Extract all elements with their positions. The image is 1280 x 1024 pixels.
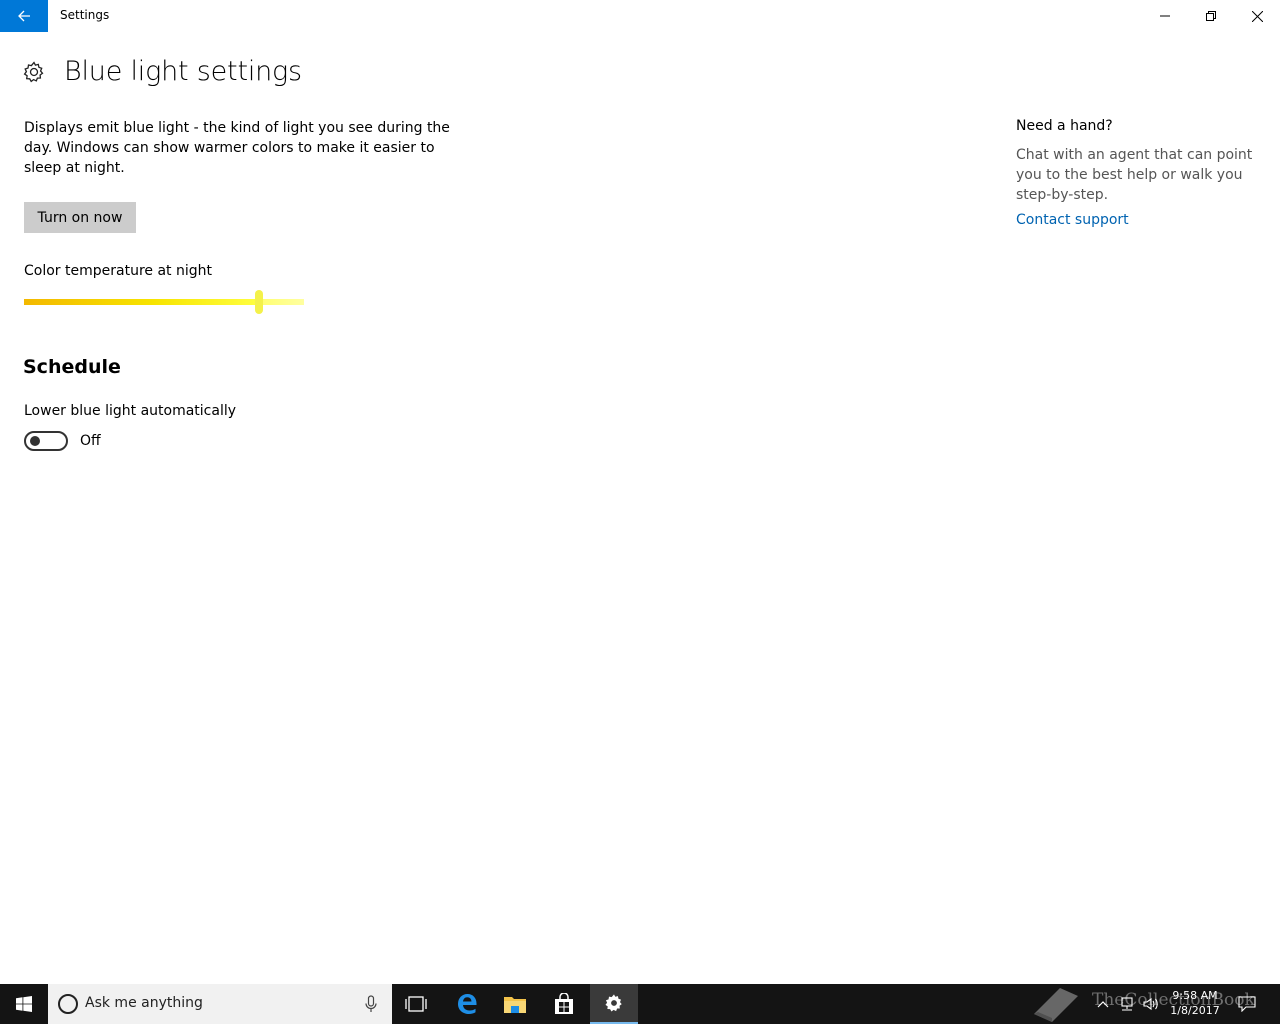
minimize-button[interactable] — [1142, 0, 1188, 32]
notification-icon — [1238, 996, 1256, 1012]
search-placeholder: Ask me anything — [85, 995, 203, 1011]
color-temperature-label: Color temperature at night — [24, 263, 212, 279]
book-logo-icon — [1034, 988, 1078, 1022]
color-temperature-slider[interactable] — [24, 290, 304, 314]
description-text: Displays emit blue light - the kind of l… — [24, 120, 450, 176]
file-explorer-button[interactable] — [491, 984, 539, 1024]
clock[interactable]: 9:58 AM 1/8/2017 — [1164, 988, 1226, 1018]
settings-taskbar-button[interactable] — [590, 984, 638, 1024]
microphone-icon[interactable] — [364, 994, 378, 1014]
schedule-heading: Schedule — [23, 356, 121, 378]
start-button[interactable] — [0, 984, 48, 1024]
taskbar: Ask me anything TheCollectionBook 9:58 A… — [0, 984, 1280, 1024]
lower-blue-light-toggle[interactable] — [24, 431, 68, 451]
help-heading: Need a hand? — [1016, 118, 1113, 134]
network-button[interactable] — [1116, 984, 1138, 1024]
cortana-icon — [58, 994, 78, 1014]
edge-button[interactable] — [443, 984, 491, 1024]
task-view-button[interactable] — [392, 984, 440, 1024]
contact-support-link[interactable]: Contact support — [1016, 212, 1129, 228]
close-icon — [1251, 10, 1263, 22]
slider-thumb[interactable] — [255, 290, 263, 314]
search-box[interactable]: Ask me anything — [48, 984, 392, 1024]
chevron-up-icon — [1097, 1001, 1109, 1008]
edge-icon — [458, 994, 477, 1014]
action-center-button[interactable] — [1234, 984, 1260, 1024]
page-title: Blue light settings — [64, 56, 302, 87]
turn-on-now-button[interactable]: Turn on now — [24, 202, 136, 233]
volume-button[interactable] — [1140, 984, 1162, 1024]
toggle-state-text: Off — [80, 433, 101, 449]
help-text: Chat with an agent that can point you to… — [1016, 147, 1253, 203]
back-button[interactable] — [0, 0, 48, 32]
volume-icon — [1143, 997, 1158, 1011]
window-title: Settings — [60, 8, 110, 22]
slider-fill — [24, 299, 259, 305]
store-button[interactable] — [540, 984, 588, 1024]
restore-button[interactable] — [1188, 0, 1234, 32]
clock-time: 9:58 AM — [1172, 989, 1218, 1002]
task-view-icon — [405, 996, 427, 1012]
back-arrow-icon — [18, 10, 30, 22]
store-icon — [555, 993, 573, 1014]
network-icon — [1121, 997, 1133, 1011]
settings-gear-icon — [605, 994, 622, 1012]
gear-icon — [23, 61, 44, 83]
title-bar: Settings — [0, 0, 1280, 32]
folder-icon — [504, 997, 526, 1013]
toggle-knob — [30, 436, 40, 446]
restore-icon — [1206, 11, 1216, 21]
clock-date: 1/8/2017 — [1170, 1004, 1220, 1017]
windows-logo-icon — [16, 996, 32, 1012]
slider-remaining — [259, 299, 304, 305]
minimize-icon — [1160, 15, 1170, 17]
close-button[interactable] — [1234, 0, 1280, 32]
lower-blue-light-label: Lower blue light automatically — [24, 403, 237, 419]
show-hidden-icons-button[interactable] — [1092, 984, 1114, 1024]
